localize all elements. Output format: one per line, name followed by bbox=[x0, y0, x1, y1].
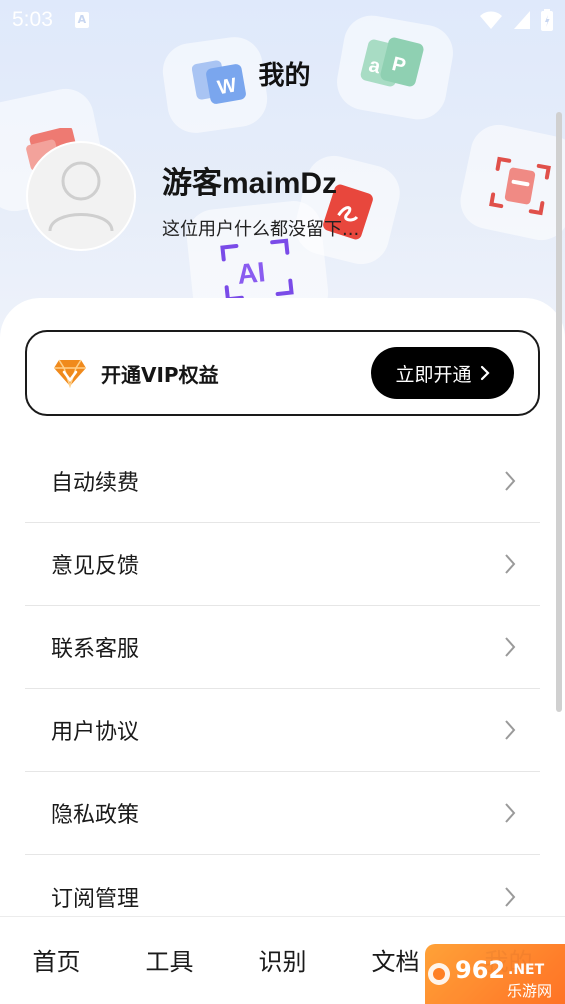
tab-recognize[interactable]: 识别 bbox=[226, 942, 339, 979]
menu-item-label: 订阅管理 bbox=[51, 886, 140, 912]
chevron-right-icon bbox=[505, 720, 516, 740]
username: 游客maimDz bbox=[162, 167, 338, 200]
open-vip-button[interactable]: 立即开通 bbox=[371, 347, 514, 399]
tab-tools[interactable]: 工具 bbox=[113, 942, 226, 979]
scan-icon bbox=[489, 156, 551, 216]
menu-item-feedback[interactable]: 意见反馈 bbox=[25, 523, 540, 606]
ai-icon: AI bbox=[220, 238, 294, 302]
user-bio: 这位用户什么都没留下... bbox=[162, 219, 360, 240]
chevron-right-icon bbox=[505, 886, 516, 907]
settings-menu: 自动续费 意见反馈 联系客服 用户协议 隐私政策 订阅管理 bbox=[25, 440, 540, 938]
battery-icon bbox=[541, 9, 553, 31]
menu-item-auto-renewal[interactable]: 自动续费 bbox=[25, 440, 540, 523]
menu-item-privacy-policy[interactable]: 隐私政策 bbox=[25, 772, 540, 855]
tab-home[interactable]: 首页 bbox=[0, 942, 113, 979]
vip-banner[interactable]: 开通VIP权益 立即开通 bbox=[25, 330, 540, 416]
watermark-logo-graphic: 962 .NET 乐游网 bbox=[428, 956, 552, 1000]
svg-text:AI: AI bbox=[236, 256, 267, 290]
page-title: 我的 bbox=[0, 55, 565, 92]
chevron-right-icon bbox=[480, 365, 490, 381]
status-time: 5:03 bbox=[12, 8, 53, 31]
chevron-right-icon bbox=[505, 471, 516, 491]
chevron-right-icon bbox=[505, 637, 516, 657]
status-icons bbox=[479, 9, 553, 31]
avatar-placeholder-icon bbox=[48, 161, 114, 232]
chevron-right-icon bbox=[505, 803, 516, 823]
svg-text:乐游网: 乐游网 bbox=[507, 982, 552, 1000]
menu-item-user-agreement[interactable]: 用户协议 bbox=[25, 689, 540, 772]
menu-item-label: 联系客服 bbox=[51, 637, 140, 662]
status-bar: 5:03 A bbox=[0, 0, 565, 40]
chevron-right-icon bbox=[505, 554, 516, 574]
vip-label: 开通VIP权益 bbox=[101, 362, 219, 387]
signal-icon bbox=[514, 11, 530, 29]
diamond-icon bbox=[54, 359, 86, 388]
svg-text:.NET: .NET bbox=[508, 962, 545, 978]
menu-item-label: 隐私政策 bbox=[51, 803, 140, 828]
svg-text:962: 962 bbox=[455, 956, 505, 984]
menu-item-label: 用户协议 bbox=[51, 720, 140, 745]
avatar[interactable] bbox=[26, 141, 136, 251]
open-vip-button-label: 立即开通 bbox=[395, 363, 472, 386]
scrollbar[interactable] bbox=[556, 112, 562, 712]
menu-item-label: 意见反馈 bbox=[51, 554, 140, 579]
page-title-text: 我的 bbox=[258, 61, 311, 91]
menu-item-contact-support[interactable]: 联系客服 bbox=[25, 606, 540, 689]
menu-item-label: 自动续费 bbox=[51, 471, 140, 496]
site-watermark-logo: 962 .NET 乐游网 bbox=[425, 944, 565, 1004]
wifi-icon bbox=[480, 11, 502, 29]
notification-a-icon: A bbox=[74, 12, 89, 28]
